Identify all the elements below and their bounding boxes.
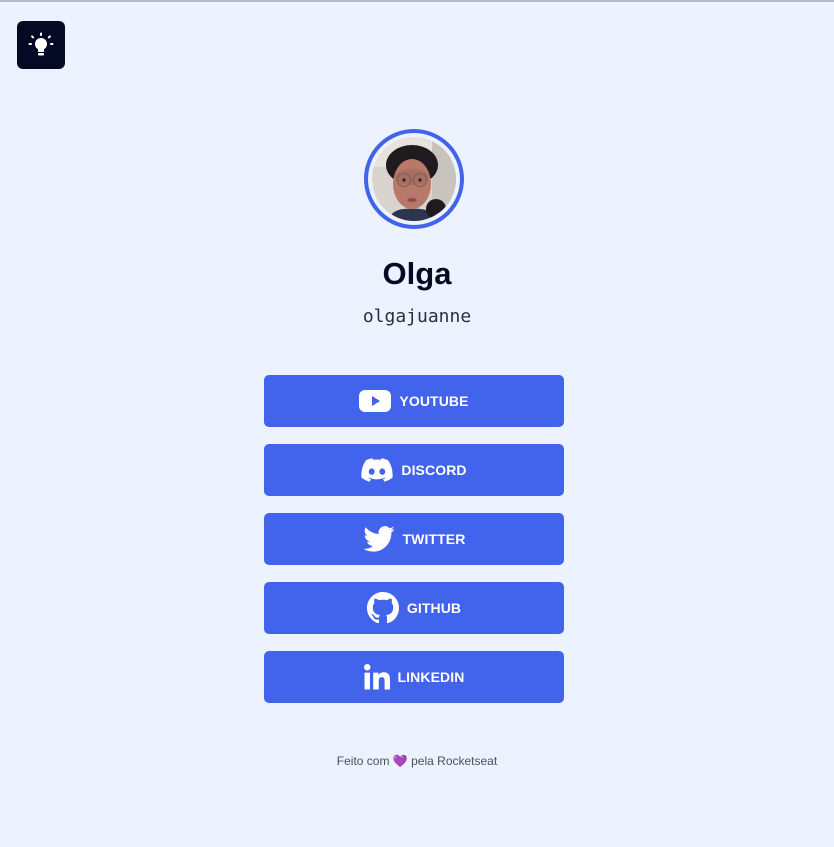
theme-toggle-button[interactable] xyxy=(17,21,65,69)
profile-name: Olga xyxy=(382,256,452,291)
twitter-link-label: TWITTER xyxy=(402,531,466,547)
profile-username: olgajuanne xyxy=(362,306,472,327)
footer-credit: Feito com 💜 pela Rocketseat xyxy=(0,754,834,768)
social-links-list: YOUTUBE DISCORD TWITTER GITHUB LINKEDIN xyxy=(264,375,564,720)
youtube-link-label: YOUTUBE xyxy=(399,393,469,409)
github-link-label: GITHUB xyxy=(406,600,462,616)
discord-link-label: DISCORD xyxy=(401,462,467,478)
avatar xyxy=(372,137,456,221)
footer-prefix: Feito com xyxy=(336,754,390,768)
linkedin-link-button[interactable]: LINKEDIN xyxy=(264,651,564,703)
twitter-link-button[interactable]: TWITTER xyxy=(264,513,564,565)
lightbulb-icon xyxy=(28,32,54,56)
heart-icon: 💜 xyxy=(392,754,408,768)
github-icon xyxy=(366,592,399,624)
discord-icon xyxy=(361,458,393,482)
linkedin-icon xyxy=(363,664,390,690)
youtube-icon xyxy=(359,390,392,412)
discord-link-button[interactable]: DISCORD xyxy=(264,444,564,496)
twitter-icon xyxy=(362,526,395,552)
github-link-button[interactable]: GITHUB xyxy=(264,582,564,634)
footer-suffix: pela Rocketseat xyxy=(411,754,498,768)
linkedin-link-label: LINKEDIN xyxy=(397,669,465,685)
avatar-ring xyxy=(364,129,464,229)
youtube-link-button[interactable]: YOUTUBE xyxy=(264,375,564,427)
